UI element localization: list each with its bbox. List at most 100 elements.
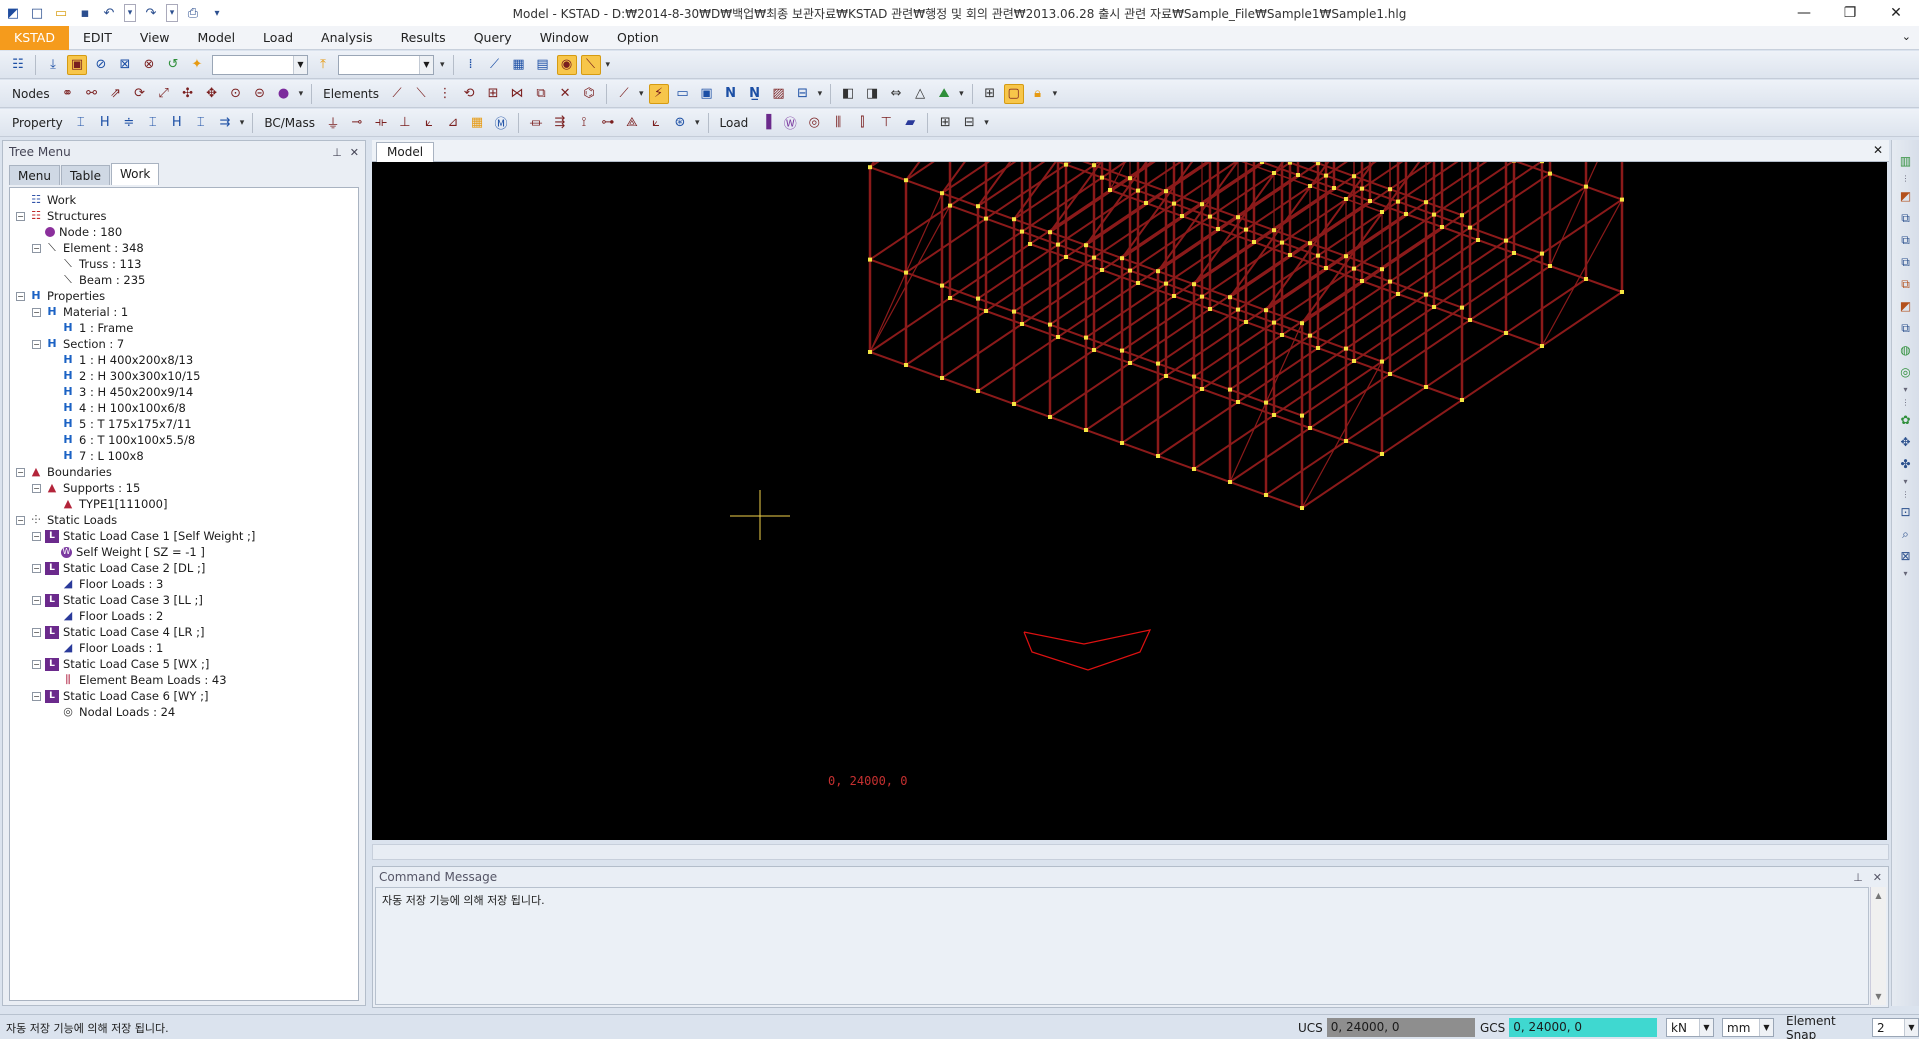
menu-item-query[interactable]: Query [460, 26, 526, 50]
activate-icon[interactable]: ⊞ [980, 84, 1000, 104]
frame-node[interactable] [1396, 292, 1400, 296]
group-combo[interactable]: ▼ [338, 54, 434, 75]
menu-item-kstad[interactable]: KSTAD [0, 25, 69, 50]
menu-item-load[interactable]: Load [249, 26, 307, 50]
toolbar-overflow-icon[interactable]: ▾ [1053, 89, 1058, 99]
section-assign-icon[interactable]: ⌶ [143, 113, 163, 133]
beam-offset-icon[interactable]: ⇶ [550, 113, 570, 133]
tree-node[interactable]: H 4 : H 100x100x6/8 [10, 400, 358, 416]
frame-node[interactable] [1200, 294, 1204, 299]
tree-node[interactable]: ⟍ Truss : 113 [10, 256, 358, 272]
iso-view-icon[interactable]: ◩ [1897, 187, 1915, 205]
beam-end-release-icon[interactable]: ⌶ [191, 113, 211, 133]
frame-node[interactable] [1344, 254, 1348, 259]
frame-node[interactable] [1200, 387, 1204, 391]
toolbar-overflow-icon[interactable]: ▾ [695, 118, 700, 128]
frame-node[interactable] [1316, 346, 1320, 350]
rotate-view-icon[interactable]: ✤ [1897, 455, 1915, 473]
mass-icon[interactable]: Ⓜ [491, 113, 511, 133]
frame-node[interactable] [1300, 506, 1304, 510]
frame-node[interactable] [1476, 238, 1480, 242]
frame-node[interactable] [1288, 162, 1292, 165]
tree-node[interactable]: ☷ Work [10, 192, 358, 208]
tree-node[interactable]: − L Static Load Case 6 [WY ;] [10, 688, 358, 704]
frame-node[interactable] [1280, 240, 1284, 245]
frame-node[interactable] [1180, 214, 1184, 218]
frame-node[interactable] [1244, 320, 1248, 324]
frame-node[interactable] [1264, 308, 1268, 313]
collapse-toggle-icon[interactable]: − [32, 339, 41, 349]
tree-node[interactable]: ◎ Nodal Loads : 24 [10, 704, 358, 720]
hatch-icon[interactable]: ▨ [769, 84, 789, 104]
frame-node[interactable] [1440, 225, 1444, 229]
element-number-icon[interactable]: N̲ [745, 84, 765, 104]
frame-node[interactable] [1548, 264, 1552, 268]
zoom-all-icon[interactable]: ⊠ [1897, 547, 1915, 565]
toolbar-overflow-icon[interactable]: ▾ [606, 60, 611, 70]
tree-node[interactable]: Node : 180 [10, 224, 358, 240]
frame-node[interactable] [1092, 163, 1096, 168]
back-view-icon[interactable]: ⧉ [1897, 319, 1915, 337]
frame-node[interactable] [1128, 361, 1132, 365]
frame-node[interactable] [1280, 333, 1284, 337]
rotate-element-icon[interactable]: ⟲ [459, 84, 479, 104]
tree-node[interactable]: W Self Weight [ SZ = -1 ] [10, 544, 358, 560]
frame-node[interactable] [1352, 174, 1356, 179]
frame-node[interactable] [1120, 441, 1124, 445]
tab-model[interactable]: Model [376, 142, 435, 162]
frame-node[interactable] [940, 191, 944, 196]
frame-node[interactable] [904, 363, 908, 367]
display-frame-icon[interactable]: ▣ [697, 84, 717, 104]
frame-node[interactable] [1380, 452, 1384, 456]
copy-element-icon[interactable]: ⟍ [411, 84, 431, 104]
load-case-icon[interactable]: ▐ [756, 113, 776, 133]
tree-node[interactable]: H 5 : T 175x175x7/11 [10, 416, 358, 432]
shade-icon[interactable]: ◎ [1897, 363, 1915, 381]
frame-node[interactable] [1172, 201, 1176, 206]
select-window-icon[interactable]: ▣ [67, 54, 87, 75]
frame-node[interactable] [1228, 387, 1232, 392]
collapse-toggle-icon[interactable]: − [16, 515, 25, 525]
frame-node[interactable] [1084, 335, 1088, 340]
element-snap-select[interactable]: 2 ▼ [1871, 1018, 1919, 1037]
frame-node[interactable] [1020, 322, 1024, 326]
frame-node[interactable] [1092, 348, 1096, 352]
frame-node[interactable] [1272, 413, 1276, 417]
frame-node[interactable] [1332, 186, 1336, 190]
menu-item-results[interactable]: Results [387, 26, 460, 50]
toolbar-overflow-icon[interactable]: ▾ [299, 89, 304, 99]
frame-node[interactable] [1164, 374, 1168, 378]
scroll-down-icon[interactable]: ▼ [1875, 992, 1881, 1001]
inactive-icon[interactable]: ▢ [1003, 83, 1024, 104]
view-option-icon[interactable]: ⊟ [793, 84, 813, 104]
ruler-icon[interactable]: ⟋ [485, 55, 505, 75]
self-weight-icon[interactable]: Ⓦ [780, 113, 800, 133]
frame-node[interactable] [1216, 227, 1220, 231]
floor-diaphragm-icon[interactable]: ▦ [467, 113, 487, 133]
frame-node[interactable] [1504, 331, 1508, 335]
frame-node[interactable] [1048, 322, 1052, 327]
frame-node[interactable] [1460, 305, 1464, 310]
pressure-load-icon[interactable]: ⊤ [876, 113, 896, 133]
extrude-element-icon[interactable]: ⊞ [483, 84, 503, 104]
frame-node[interactable] [1136, 188, 1140, 193]
change-element-icon[interactable]: ⌬ [579, 84, 599, 104]
frame-node[interactable] [1056, 242, 1060, 247]
import-icon[interactable]: ⤓ [43, 55, 63, 75]
renumber-node-icon[interactable]: ● [274, 84, 294, 104]
axis-icon[interactable]: ⟀ [646, 113, 666, 133]
export-icon[interactable]: ⤒ [313, 55, 333, 75]
tree-node[interactable]: − H Properties [10, 288, 358, 304]
redo-icon[interactable]: ↷ [142, 4, 160, 22]
new-file-icon[interactable]: □ [28, 4, 46, 22]
select-polygon-icon[interactable]: ⊘ [91, 55, 111, 75]
frame-node[interactable] [1396, 199, 1400, 204]
node-number-icon[interactable]: N [721, 84, 741, 104]
load-table-icon[interactable]: ⊞ [935, 113, 955, 133]
tree-node[interactable]: ◢ Floor Loads : 3 [10, 576, 358, 592]
frame-node[interactable] [1056, 335, 1060, 339]
tab-menu[interactable]: Menu [9, 165, 60, 185]
frame-node[interactable] [1264, 493, 1268, 497]
offset-icon[interactable]: ⇉ [215, 113, 235, 133]
redo-dropdown-icon[interactable]: ▾ [166, 4, 178, 22]
